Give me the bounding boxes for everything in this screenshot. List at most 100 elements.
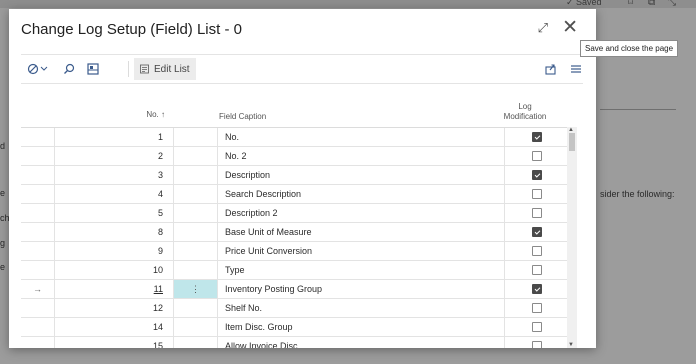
field-caption-cell[interactable]: Base Unit of Measure xyxy=(217,223,505,241)
field-no-cell[interactable]: 8 xyxy=(54,223,174,241)
row-actions-cell[interactable] xyxy=(174,261,218,279)
open-new-icon[interactable]: ⧉ xyxy=(648,0,655,8)
field-caption-cell[interactable]: Description xyxy=(217,166,505,184)
field-caption-cell[interactable]: Allow Invoice Disc. xyxy=(217,337,505,348)
bookmark-icon[interactable]: ⌑ xyxy=(628,0,633,8)
log-modification-cell[interactable] xyxy=(505,261,569,279)
log-modification-cell[interactable] xyxy=(505,147,569,165)
field-no-cell[interactable]: 9 xyxy=(54,242,174,260)
row-selector[interactable]: → xyxy=(21,280,55,298)
log-modification-cell[interactable] xyxy=(505,204,569,222)
row-actions-cell[interactable] xyxy=(174,337,218,348)
table-row[interactable]: 9 Price Unit Conversion xyxy=(21,242,569,261)
collapse-icon[interactable]: ⤡ xyxy=(668,0,676,8)
view-layout-icon[interactable] xyxy=(87,60,99,78)
log-modification-checkbox[interactable] xyxy=(532,208,542,218)
field-no-cell[interactable]: 10 xyxy=(54,261,174,279)
log-modification-cell[interactable] xyxy=(505,242,569,260)
log-modification-checkbox[interactable] xyxy=(532,341,542,348)
table-row[interactable]: 5 Description 2 xyxy=(21,204,569,223)
log-modification-checkbox[interactable] xyxy=(532,303,542,313)
row-actions-cell[interactable] xyxy=(174,185,218,203)
table-row[interactable]: 2 No. 2 xyxy=(21,147,569,166)
row-actions-cell[interactable] xyxy=(174,166,218,184)
table-row[interactable]: 4 Search Description xyxy=(21,185,569,204)
row-selector[interactable] xyxy=(21,166,55,184)
row-selector[interactable] xyxy=(21,128,55,146)
log-modification-cell[interactable] xyxy=(505,337,569,348)
table-row[interactable]: → 11 ⋮ Inventory Posting Group xyxy=(21,280,569,299)
log-modification-checkbox[interactable] xyxy=(532,189,542,199)
field-caption-cell[interactable]: Shelf No. xyxy=(217,299,505,317)
edit-list-button[interactable]: Edit List xyxy=(134,58,196,80)
row-selector[interactable] xyxy=(21,147,55,165)
table-row[interactable]: 10 Type xyxy=(21,261,569,280)
table-row[interactable]: 12 Shelf No. xyxy=(21,299,569,318)
row-selector[interactable] xyxy=(21,204,55,222)
log-modification-checkbox[interactable] xyxy=(532,227,542,237)
log-modification-cell[interactable] xyxy=(505,318,569,336)
row-selector[interactable] xyxy=(21,261,55,279)
field-caption-cell[interactable]: Item Disc. Group xyxy=(217,318,505,336)
log-modification-checkbox[interactable] xyxy=(532,151,542,161)
grid-scrollbar[interactable]: ▲ ▼ xyxy=(567,127,577,348)
row-selector[interactable] xyxy=(21,223,55,241)
field-no[interactable]: 11 xyxy=(154,284,163,294)
table-row[interactable]: 1 No. xyxy=(21,128,569,147)
log-modification-cell[interactable] xyxy=(505,223,569,241)
log-modification-checkbox[interactable] xyxy=(532,132,542,142)
field-no-cell[interactable]: 2 xyxy=(54,147,174,165)
row-actions-cell[interactable] xyxy=(174,204,218,222)
expand-icon[interactable]: ⤢ xyxy=(538,20,548,36)
field-no-cell[interactable]: 11 xyxy=(54,280,174,298)
share-icon[interactable] xyxy=(545,60,557,78)
field-no-cell[interactable]: 15 xyxy=(54,337,174,348)
field-no-cell[interactable]: 5 xyxy=(54,204,174,222)
log-modification-cell[interactable] xyxy=(505,299,569,317)
log-modification-cell[interactable] xyxy=(505,166,569,184)
field-no-cell[interactable]: 4 xyxy=(54,185,174,203)
table-row[interactable]: 3 Description xyxy=(21,166,569,185)
scroll-down-icon[interactable]: ▼ xyxy=(568,342,574,348)
row-selector[interactable] xyxy=(21,242,55,260)
field-no-cell[interactable]: 3 xyxy=(54,166,174,184)
log-modification-checkbox[interactable] xyxy=(532,322,542,332)
field-caption-cell[interactable]: Inventory Posting Group xyxy=(217,280,505,298)
log-modification-cell[interactable] xyxy=(505,280,569,298)
row-actions-cell[interactable]: ⋮ xyxy=(174,280,218,298)
field-caption-cell[interactable]: Description 2 xyxy=(217,204,505,222)
row-selector[interactable] xyxy=(21,337,55,348)
log-modification-checkbox[interactable] xyxy=(532,246,542,256)
row-selector[interactable] xyxy=(21,185,55,203)
row-selector[interactable] xyxy=(21,299,55,317)
field-caption-cell[interactable]: No. 2 xyxy=(217,147,505,165)
log-modification-checkbox[interactable] xyxy=(532,284,542,294)
row-actions-cell[interactable] xyxy=(174,128,218,146)
row-actions-menu-icon[interactable]: ⋮ xyxy=(191,284,200,295)
row-actions-cell[interactable] xyxy=(174,223,218,241)
row-actions-cell[interactable] xyxy=(174,318,218,336)
field-caption-cell[interactable]: No. xyxy=(217,128,505,146)
table-row[interactable]: 15 Allow Invoice Disc. xyxy=(21,337,569,348)
filter-dropdown-button[interactable] xyxy=(27,60,49,78)
row-selector[interactable] xyxy=(21,318,55,336)
log-modification-cell[interactable] xyxy=(505,128,569,146)
field-caption-cell[interactable]: Search Description xyxy=(217,185,505,203)
field-no-cell[interactable]: 12 xyxy=(54,299,174,317)
close-icon[interactable]: ✕ xyxy=(562,18,578,37)
log-modification-cell[interactable] xyxy=(505,185,569,203)
row-actions-cell[interactable] xyxy=(174,242,218,260)
field-no-cell[interactable]: 14 xyxy=(54,318,174,336)
table-row[interactable]: 14 Item Disc. Group xyxy=(21,318,569,337)
field-caption-cell[interactable]: Type xyxy=(217,261,505,279)
table-row[interactable]: 8 Base Unit of Measure xyxy=(21,223,569,242)
log-modification-checkbox[interactable] xyxy=(532,170,542,180)
search-icon[interactable] xyxy=(63,60,75,78)
field-caption-cell[interactable]: Price Unit Conversion xyxy=(217,242,505,260)
scroll-thumb[interactable] xyxy=(569,133,575,151)
row-actions-cell[interactable] xyxy=(174,147,218,165)
log-modification-checkbox[interactable] xyxy=(532,265,542,275)
list-view-icon[interactable] xyxy=(570,60,582,78)
field-no-cell[interactable]: 1 xyxy=(54,128,174,146)
row-actions-cell[interactable] xyxy=(174,299,218,317)
